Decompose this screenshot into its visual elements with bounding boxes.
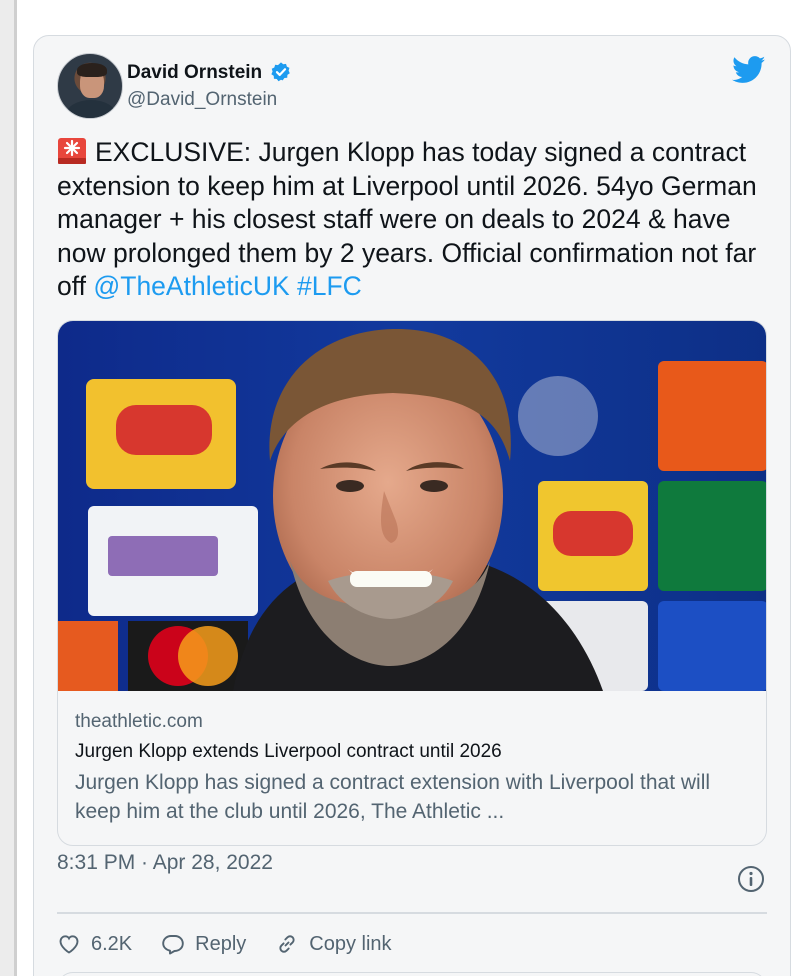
heart-icon [59,935,79,954]
author-name[interactable]: David Ornstein [127,62,262,84]
hashtag-link[interactable]: #LFC [297,271,362,301]
actions-divider [57,912,767,914]
info-icon[interactable] [737,865,765,893]
tweet-actions: 6.2K Reply Copy link [57,929,421,959]
tweet-card[interactable]: David Ornstein @David_Ornstein EXCLUSIVE… [33,35,791,976]
next-element-edge [57,972,767,976]
copy-link-button[interactable]: Copy link [275,932,392,956]
like-button[interactable]: 6.2K [57,932,132,956]
reply-button[interactable]: Reply [161,932,246,956]
link-chain-icon [279,935,295,953]
avatar-shirt [66,100,116,118]
siren-icon [58,138,86,164]
tweet-timestamp[interactable]: 8:31 PM · Apr 28, 2022 [57,848,287,878]
link-preview-image[interactable] [58,321,767,691]
link-domain: theathletic.com [75,711,203,732]
reply-label: Reply [195,932,247,955]
avatar[interactable] [57,53,123,119]
mention-link[interactable]: @TheAthleticUK [93,271,289,301]
author-handle[interactable]: @David_Ornstein [127,89,277,111]
link-preview-meta: theathletic.com Jurgen Klopp extends Liv… [75,709,755,826]
likes-count: 6.2K [91,932,133,955]
avatar-hair [77,63,107,77]
link-preview-card[interactable]: theathletic.com Jurgen Klopp extends Liv… [57,320,767,846]
copy-link-label: Copy link [309,932,392,955]
reply-bubble-icon [162,935,184,955]
page-left-rail [0,0,14,976]
verified-badge-icon [271,62,290,82]
page-left-divider [14,0,17,976]
tweet-text: EXCLUSIVE: Jurgen Klopp has today signed… [57,136,777,304]
link-title[interactable]: Jurgen Klopp extends Liverpool contract … [75,737,755,767]
twitter-bird-icon[interactable] [732,56,766,84]
link-description: Jurgen Klopp has signed a contract exten… [75,771,711,823]
